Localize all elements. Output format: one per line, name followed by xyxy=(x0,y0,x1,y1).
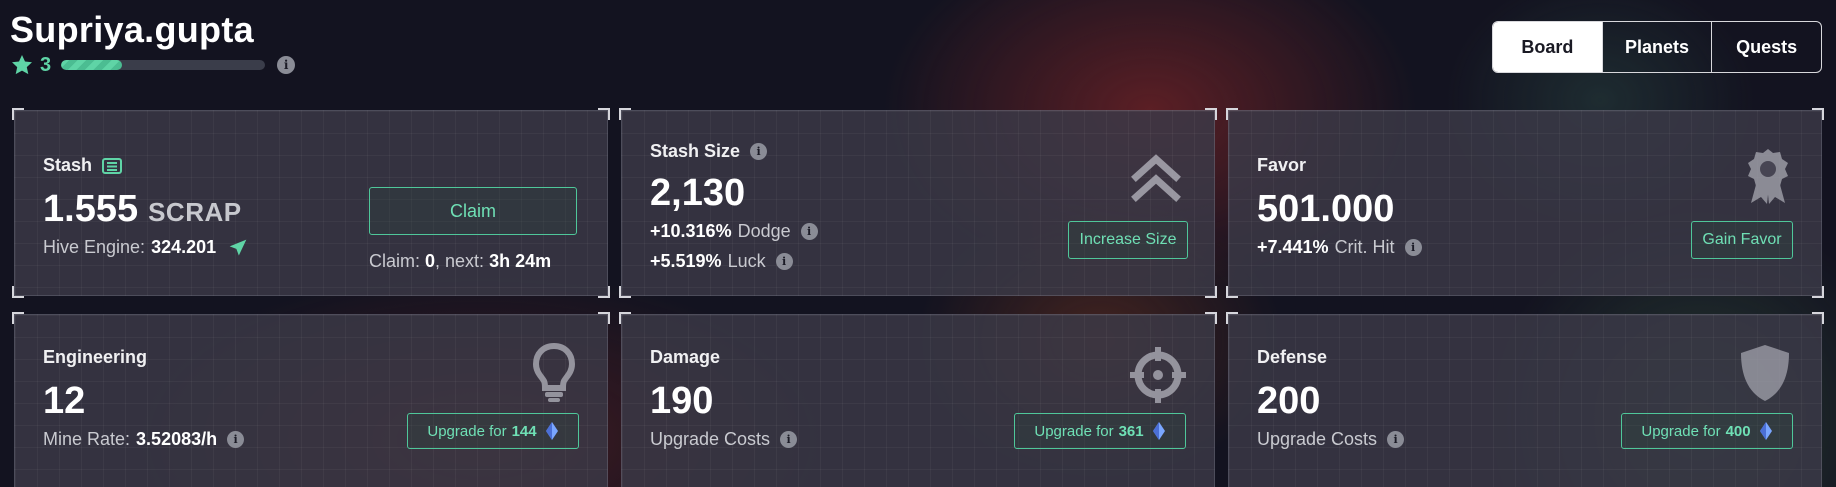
crit-value: +7.441% xyxy=(1257,237,1329,257)
upgrade-costs-label: Upgrade Costs xyxy=(1257,429,1378,449)
double-chevron-up-icon xyxy=(1131,154,1181,202)
level-number: 3 xyxy=(40,53,52,76)
crit-row: +7.441% Crit. Hit i xyxy=(1257,237,1422,258)
profile-header: Supriya.gupta 3 i xyxy=(10,9,296,76)
info-icon[interactable]: i xyxy=(1387,431,1405,448)
info-icon[interactable]: i xyxy=(750,143,768,160)
next-label: , next: xyxy=(435,251,485,271)
stash-size-title-row: Stash Size i xyxy=(650,141,768,162)
damage-upgrade-costs-row: Upgrade Costs i xyxy=(650,429,798,450)
stash-size-card: Stash Size i 2,130 +10.316% Dodge i +5.5… xyxy=(619,108,1217,298)
next-time: 3h 24m xyxy=(489,251,552,271)
defense-value: 200 xyxy=(1257,380,1321,422)
xp-progress-fill xyxy=(61,60,123,70)
crosshair-icon xyxy=(1130,347,1186,403)
claim-button[interactable]: Claim xyxy=(369,187,577,235)
damage-title: Damage xyxy=(650,347,721,367)
shield-icon xyxy=(1741,345,1789,401)
hive-engine-label: Hive Engine: xyxy=(43,237,146,257)
increase-size-button[interactable]: Increase Size xyxy=(1068,221,1188,259)
star-icon xyxy=(12,55,32,75)
crit-label: Crit. Hit xyxy=(1334,237,1395,257)
upgrade-costs-label: Upgrade Costs xyxy=(650,429,771,449)
info-icon[interactable]: i xyxy=(1404,239,1422,256)
stash-title-row: Stash xyxy=(43,155,123,176)
dodge-value: +10.316% xyxy=(650,221,732,241)
xp-progress-bar xyxy=(61,60,266,70)
favor-title: Favor xyxy=(1257,155,1307,175)
upgrade-label: Upgrade for xyxy=(1034,422,1114,440)
crystal-icon xyxy=(1759,422,1772,440)
damage-card: Damage 190 Upgrade Costs i Upgrade for 3… xyxy=(619,312,1217,487)
level-row: 3 i xyxy=(10,53,296,76)
lightbulb-icon xyxy=(533,343,575,402)
info-icon[interactable]: i xyxy=(800,223,818,240)
mine-rate-label: Mine Rate: xyxy=(43,429,131,449)
hive-engine-row: Hive Engine: 324.201 xyxy=(43,237,248,258)
claim-label: Claim: xyxy=(369,251,421,271)
dodge-row: +10.316% Dodge i xyxy=(650,221,818,242)
info-icon[interactable]: i xyxy=(277,56,296,74)
gain-favor-button[interactable]: Gain Favor xyxy=(1691,221,1793,259)
upgrade-damage-button[interactable]: Upgrade for 361 xyxy=(1014,413,1186,449)
stash-card: Stash 1.555 SCRAP Hive Engine: 324.201 Cl… xyxy=(12,108,610,298)
dodge-label: Dodge xyxy=(737,221,791,241)
defense-title: Defense xyxy=(1257,347,1328,367)
award-badge-icon xyxy=(1748,149,1788,204)
crystal-icon xyxy=(1152,422,1165,440)
engineering-card: Engineering 12 Mine Rate: 3.52083/h i Up… xyxy=(12,312,610,487)
tab-planets[interactable]: Planets xyxy=(1601,22,1712,72)
list-icon xyxy=(102,157,123,174)
stash-unit: SCRAP xyxy=(148,197,242,227)
tab-quests[interactable]: Quests xyxy=(1711,22,1821,72)
luck-value: +5.519% xyxy=(650,251,722,271)
favor-card: Favor 501.000 +7.441% Crit. Hit i Gain F… xyxy=(1226,108,1824,298)
upgrade-cost: 361 xyxy=(1118,422,1144,440)
luck-row: +5.519% Luck i xyxy=(650,251,793,272)
stash-value-row: 1.555 SCRAP xyxy=(43,189,242,232)
stash-title: Stash xyxy=(43,155,93,175)
upgrade-label: Upgrade for xyxy=(1641,422,1721,440)
upgrade-defense-button[interactable]: Upgrade for 400 xyxy=(1621,413,1793,449)
stash-size-title: Stash Size xyxy=(650,141,741,161)
claim-count: 0 xyxy=(425,251,436,271)
defense-upgrade-costs-row: Upgrade Costs i xyxy=(1257,429,1405,450)
mine-rate-value: 3.52083/h xyxy=(136,429,218,449)
engineering-value: 12 xyxy=(43,380,86,422)
upgrade-engineering-button[interactable]: Upgrade for 144 xyxy=(407,413,579,449)
hive-engine-value: 324.201 xyxy=(151,237,217,257)
stash-value: 1.555 xyxy=(43,188,139,230)
damage-value: 190 xyxy=(650,380,714,422)
favor-value: 501.000 xyxy=(1257,188,1395,230)
view-tabs: Board Planets Quests xyxy=(1492,21,1822,73)
mine-rate-row: Mine Rate: 3.52083/h i xyxy=(43,429,245,450)
upgrade-cost: 400 xyxy=(1725,422,1751,440)
username: Supriya.gupta xyxy=(10,9,254,50)
upgrade-cost: 144 xyxy=(511,422,537,440)
info-icon[interactable]: i xyxy=(780,431,798,448)
tab-board[interactable]: Board xyxy=(1493,22,1602,72)
defense-card: Defense 200 Upgrade Costs i Upgrade for … xyxy=(1226,312,1824,487)
luck-label: Luck xyxy=(727,251,766,271)
info-icon[interactable]: i xyxy=(775,253,793,270)
engineering-title: Engineering xyxy=(43,347,148,367)
upgrade-label: Upgrade for xyxy=(427,422,507,440)
paper-plane-icon[interactable] xyxy=(228,238,248,258)
crystal-icon xyxy=(545,422,558,440)
stash-size-value: 2,130 xyxy=(650,172,746,214)
claim-status: Claim: 0 , next: 3h 24m xyxy=(369,251,551,272)
info-icon[interactable]: i xyxy=(227,431,245,448)
